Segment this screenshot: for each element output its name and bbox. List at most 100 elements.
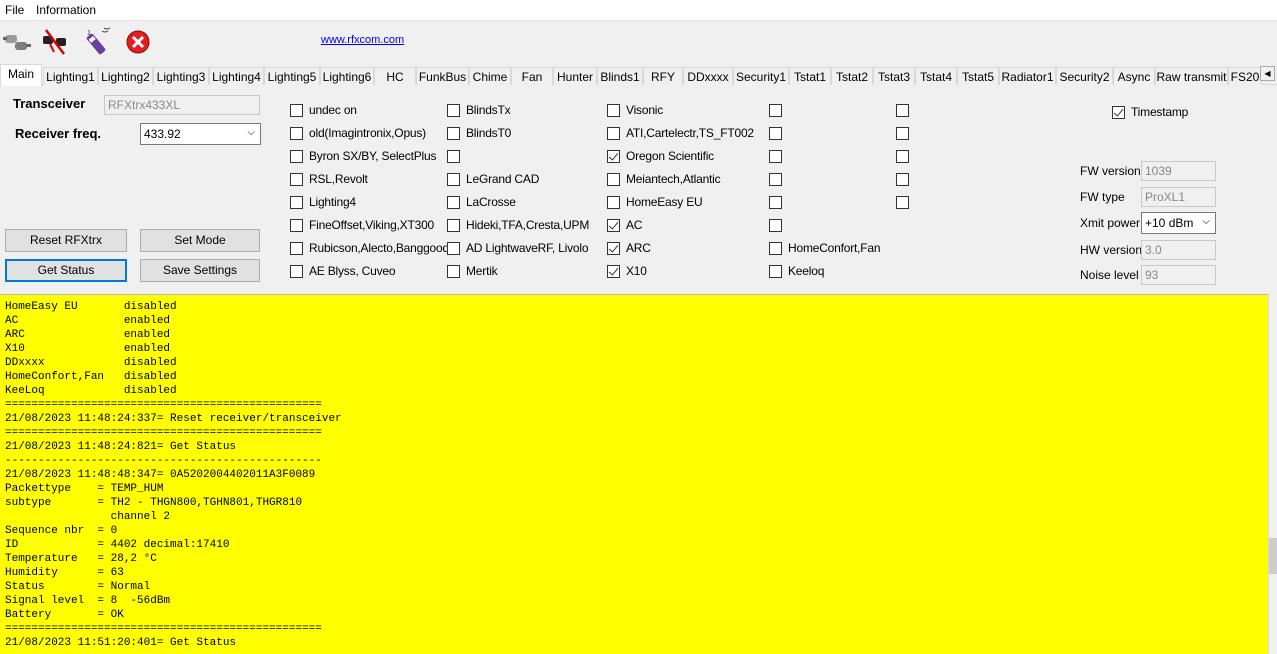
tab-lighting1[interactable]: Lighting1	[43, 67, 98, 85]
checkbox-col4-unlabeled-3[interactable]	[769, 171, 788, 187]
rfxcom-link[interactable]: www.rfxcom.com	[321, 34, 404, 46]
checkbox-label: AD LightwaveRF, Livolo	[466, 241, 589, 255]
tab-fan[interactable]: Fan	[511, 67, 553, 85]
tab-raw-transmit[interactable]: Raw transmit	[1155, 67, 1228, 85]
checkbox-keeloq[interactable]: Keeloq	[769, 263, 824, 279]
checkbox-col5-unlabeled-0[interactable]	[896, 102, 915, 118]
checkbox-x10[interactable]: X10	[607, 263, 647, 279]
checkbox-ac[interactable]: AC	[607, 217, 642, 233]
checkbox-box	[769, 172, 782, 186]
set-mode-button[interactable]: Set Mode	[140, 229, 260, 252]
checkbox-label: Visonic	[626, 103, 664, 117]
checkbox-label: FineOffset,Viking,XT300	[309, 218, 435, 232]
checkbox-byron-sx-by-selectplus[interactable]: Byron SX/BY, SelectPlus	[290, 148, 436, 164]
checkbox-fineoffset-viking-xt300[interactable]: FineOffset,Viking,XT300	[290, 217, 434, 233]
tab-tstat5[interactable]: Tstat5	[957, 67, 999, 85]
checkbox-lacrosse[interactable]: LaCrosse	[447, 194, 516, 210]
checkbox-legrand-cad[interactable]: LeGrand CAD	[447, 171, 539, 187]
tab-security1[interactable]: Security1	[733, 67, 789, 85]
tab-lighting4[interactable]: Lighting4	[209, 67, 264, 85]
checkbox-box	[607, 172, 620, 186]
tab-hc[interactable]: HC	[374, 67, 416, 85]
checkbox-col5-unlabeled-1[interactable]	[896, 125, 915, 141]
checkbox-ati-cartelectr-ts-ft002[interactable]: ATI,Cartelectr,TS_FT002	[607, 125, 754, 141]
checkbox-col4-unlabeled-4[interactable]	[769, 194, 788, 210]
checkbox-col5-unlabeled-4[interactable]	[896, 194, 915, 210]
tab-lighting6[interactable]: Lighting6	[320, 67, 374, 85]
checkbox-undec-on[interactable]: undec on	[290, 102, 357, 118]
checkbox-box	[769, 195, 782, 209]
checkbox-box	[769, 126, 782, 140]
tab-tstat4[interactable]: Tstat4	[915, 67, 957, 85]
checkbox-col4-unlabeled-5[interactable]	[769, 217, 788, 233]
checkbox-box	[607, 149, 620, 163]
tab-funkbus[interactable]: FunkBus	[416, 67, 469, 85]
checkbox-col4-unlabeled-0[interactable]	[769, 102, 788, 118]
close-icon[interactable]	[123, 27, 153, 57]
tab-lighting2[interactable]: Lighting2	[98, 67, 153, 85]
checkbox-ad-lightwaverf-livolo[interactable]: AD LightwaveRF, Livolo	[447, 240, 589, 256]
checkbox-blindst0[interactable]: BlindsT0	[447, 125, 511, 141]
tab-lighting3[interactable]: Lighting3	[153, 67, 209, 85]
tab-tstat1[interactable]: Tstat1	[789, 67, 831, 85]
checkbox-rsl-revolt[interactable]: RSL,Revolt	[290, 171, 368, 187]
receiver-freq-label: Receiver freq.	[15, 126, 101, 141]
checkbox-col4-unlabeled-1[interactable]	[769, 125, 788, 141]
checkbox-label: ARC	[626, 241, 651, 255]
log-scrollbar-thumb[interactable]	[1269, 538, 1277, 574]
checkbox-box	[447, 264, 460, 278]
checkbox-rubicson-alecto-banggood[interactable]: Rubicson,Alecto,Banggood	[290, 240, 449, 256]
checkbox-label: LaCrosse	[466, 195, 516, 209]
checkbox-arc[interactable]: ARC	[607, 240, 651, 256]
xmit-power-value: +10 dBm	[1145, 216, 1194, 230]
receiver-freq-select[interactable]: 433.92 ⌵	[140, 123, 261, 145]
disconnect-icon[interactable]	[40, 27, 70, 57]
checkbox-blindstx[interactable]: BlindsTx	[447, 102, 511, 118]
tab-radiator1[interactable]: Radiator1	[999, 67, 1056, 85]
menu-file[interactable]: File	[5, 3, 24, 17]
checkbox-box	[769, 149, 782, 163]
reset-button[interactable]: Reset RFXtrx	[5, 229, 127, 252]
checkbox-col5-unlabeled-3[interactable]	[896, 171, 915, 187]
log-output[interactable]: HomeEasy EU disabled AC enabled ARC enab…	[0, 294, 1268, 654]
toolbar: 1 www.rfxcom.com	[0, 22, 1277, 62]
checkbox-label: old(Imagintronix,Opus)	[309, 126, 426, 140]
checkbox-visonic[interactable]: Visonic	[607, 102, 663, 118]
checkbox-lighting4[interactable]: Lighting4	[290, 194, 356, 210]
checkbox-ae-blyss-cuveo[interactable]: AE Blyss, Cuveo	[290, 263, 396, 279]
checkbox-meiantech-atlantic[interactable]: Meiantech,Atlantic	[607, 171, 721, 187]
checkbox-label: HomeEasy EU	[626, 195, 703, 209]
checkbox-homeeasy-eu[interactable]: HomeEasy EU	[607, 194, 703, 210]
tab-blinds1[interactable]: Blinds1	[597, 67, 643, 85]
tab-tstat2[interactable]: Tstat2	[831, 67, 873, 85]
transmit-icon[interactable]: 1	[84, 27, 114, 57]
menu-information[interactable]: Information	[36, 3, 96, 17]
tab-lighting5[interactable]: Lighting5	[264, 67, 320, 85]
checkbox-homeconfort-fan[interactable]: HomeConfort,Fan	[769, 240, 881, 256]
get-status-button[interactable]: Get Status	[5, 259, 127, 282]
tab-fs20[interactable]: FS20	[1228, 67, 1262, 85]
tab-rfy[interactable]: RFY	[643, 67, 683, 85]
checkbox-oregon-scientific[interactable]: Oregon Scientific	[607, 148, 714, 164]
checkbox-col5-unlabeled-2[interactable]	[896, 148, 915, 164]
tab-async[interactable]: Async	[1113, 67, 1155, 85]
xmit-power-select[interactable]: +10 dBm ⌵	[1141, 212, 1216, 234]
checkbox-box	[607, 195, 620, 209]
log-scrollbar[interactable]	[1268, 294, 1277, 654]
checkbox-box	[447, 195, 460, 209]
tab-main[interactable]: Main	[0, 64, 42, 86]
tab-ddxxxx[interactable]: DDxxxx	[683, 67, 733, 85]
tab-security2[interactable]: Security2	[1056, 67, 1113, 85]
tab-tstat3[interactable]: Tstat3	[873, 67, 915, 85]
tab-hunter[interactable]: Hunter	[553, 67, 597, 85]
save-settings-button[interactable]: Save Settings	[140, 259, 260, 282]
checkbox-hideki-tfa-cresta-upm[interactable]: Hideki,TFA,Cresta,UPM	[447, 217, 589, 233]
checkbox-col4-unlabeled-2[interactable]	[769, 148, 788, 164]
checkbox-old-imagintronix-opus[interactable]: old(Imagintronix,Opus)	[290, 125, 426, 141]
timestamp-checkbox[interactable]: Timestamp	[1112, 104, 1188, 120]
tab-chime[interactable]: Chime	[469, 67, 511, 85]
connect-icon[interactable]	[2, 27, 32, 57]
checkbox-col2-unlabeled-2[interactable]	[447, 148, 466, 164]
tab-scroll-left-icon[interactable]: ◀	[1260, 66, 1275, 81]
checkbox-mertik[interactable]: Mertik	[447, 263, 498, 279]
